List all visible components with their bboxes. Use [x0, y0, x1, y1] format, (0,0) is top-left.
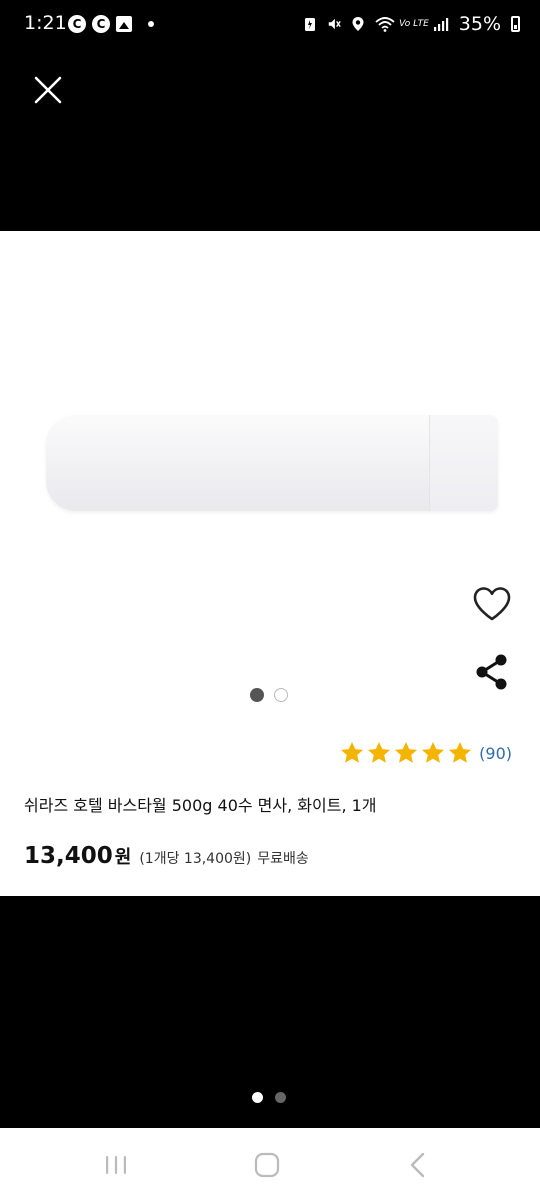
page-dot[interactable] [275, 1092, 286, 1103]
page-dot-active[interactable] [252, 1092, 263, 1103]
location-icon [352, 17, 364, 31]
towel-band [429, 415, 498, 511]
star-icon [341, 741, 364, 763]
network-type-label: Vo LTE [399, 19, 429, 29]
close-icon[interactable] [28, 70, 68, 110]
star-icon [422, 741, 445, 763]
price-currency: 원 [114, 847, 132, 868]
back-icon[interactable] [403, 1150, 433, 1180]
product-card: (90) 쉬라즈 호텔 바스타월 500g 40수 면사, 화이트, 1개 13… [0, 231, 540, 896]
carousel-dot[interactable] [274, 688, 288, 702]
rating[interactable]: (90) [338, 740, 512, 766]
shipping-info: 무료배송 [257, 851, 309, 867]
navigation-bar [0, 1128, 540, 1200]
price: 13,400 [24, 843, 113, 869]
image-icon [116, 16, 132, 32]
dot-icon [148, 21, 154, 27]
star-icon [395, 741, 418, 763]
page-indicator [252, 1092, 286, 1103]
image-carousel-dots [250, 688, 288, 702]
recent-apps-icon[interactable] [101, 1150, 131, 1180]
share-icon[interactable] [474, 653, 510, 691]
product-image-towel[interactable] [46, 415, 498, 511]
home-icon[interactable] [252, 1150, 282, 1180]
star-icon [368, 741, 391, 763]
wifi-icon [375, 17, 395, 32]
product-title: 쉬라즈 호텔 바스타월 500g 40수 면사, 화이트, 1개 [24, 796, 377, 815]
unit-price: (1개당 13,400원) [139, 851, 252, 867]
battery-saver-icon [305, 18, 316, 31]
status-notification-icons: C C [68, 15, 154, 33]
mute-icon [328, 18, 341, 30]
signal-icon [433, 18, 448, 31]
battery-icon [511, 16, 520, 32]
battery-percent: 35% [458, 13, 501, 35]
wishlist-heart-icon[interactable] [472, 586, 512, 622]
carousel-dot-active[interactable] [250, 688, 264, 702]
status-time: 1:21 [24, 12, 67, 34]
status-bar: 1:21 C C Vo LTE 35% [0, 0, 540, 52]
review-count[interactable]: (90) [479, 744, 512, 763]
price-row: 13,400 원 (1개당 13,400원) 무료배송 [24, 843, 309, 869]
star-icon [449, 741, 472, 763]
status-system-icons: Vo LTE 35% [303, 13, 520, 35]
c-icon: C [68, 15, 86, 33]
c-icon: C [92, 15, 110, 33]
